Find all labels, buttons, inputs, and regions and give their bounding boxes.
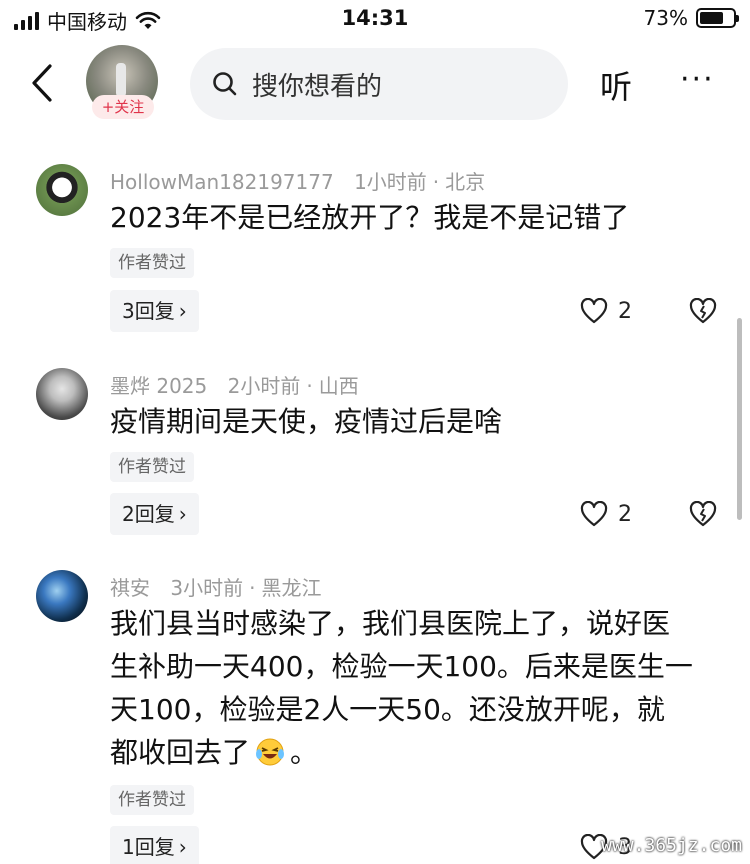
author-profile[interactable]: +关注 [86, 45, 160, 119]
broken-heart-icon [689, 297, 717, 324]
comment-time: 3小时前 [170, 576, 244, 600]
search-icon [213, 72, 237, 96]
dislike-button[interactable] [688, 297, 718, 328]
comment-text-segment: 都收回去了 [110, 736, 251, 769]
like-count: 2 [618, 501, 632, 527]
more-options-button[interactable]: ··· [680, 62, 715, 97]
scrollbar[interactable] [737, 318, 742, 520]
comment-meta: 墨烨 2025 2小时前 · 山西 [110, 370, 359, 399]
replies-button[interactable]: 1回复 › [110, 826, 199, 864]
replies-button[interactable]: 2回复 › [110, 493, 199, 535]
author-liked-badge: 作者赞过 [110, 785, 194, 815]
like-button[interactable]: 2 [580, 501, 632, 527]
meta-separator: · [432, 170, 440, 194]
top-nav: +关注 搜你想看的 听 ··· [0, 40, 750, 130]
battery-icon [696, 8, 739, 28]
comment-text-segment: 。 [290, 736, 319, 769]
laughing-crying-emoji-icon [254, 736, 286, 768]
comment-location: 北京 [445, 170, 486, 194]
commenter-avatar[interactable] [36, 368, 88, 420]
comment-location: 山西 [318, 374, 359, 398]
chevron-right-icon: › [178, 299, 187, 323]
battery-percent: 73% [643, 6, 688, 30]
commenter-avatar[interactable] [36, 164, 88, 216]
dislike-button[interactable] [688, 500, 718, 531]
author-liked-badge: 作者赞过 [110, 452, 194, 482]
listen-button[interactable]: 听 [600, 62, 632, 108]
comment-text-line: 我们县当时感染了，我们县医院上了，说好医 [110, 607, 671, 640]
replies-count: 3回复 [122, 299, 175, 323]
comment-location: 黑龙江 [261, 576, 322, 600]
comment-text: 2023年不是已经放开了？我是不是记错了 [110, 201, 630, 234]
like-button[interactable]: 2 [580, 298, 632, 324]
commenter-name[interactable]: HollowMan182197177 [110, 170, 334, 194]
meta-separator: · [306, 374, 313, 398]
chevron-right-icon: › [178, 502, 187, 526]
comment-meta: 祺安 3小时前 · 黑龙江 [110, 572, 321, 601]
replies-button[interactable]: 3回复 › [110, 290, 199, 332]
replies-count: 2回复 [122, 502, 175, 526]
commenter-name[interactable]: 祺安 [110, 576, 150, 600]
status-right: 73% [643, 6, 739, 30]
like-count: 2 [618, 298, 632, 324]
replies-count: 1回复 [122, 835, 175, 859]
comment-text: 我们县当时感染了，我们县医院上了，说好医 生补助一天400，检验一天100。后来… [110, 602, 710, 774]
follow-button[interactable]: +关注 [92, 95, 154, 119]
commenter-avatar[interactable] [36, 570, 88, 622]
comment-text-line: 生补助一天400，检验一天100。后来是医生一 [110, 650, 693, 683]
comment-text-line: 都收回去了 。 [110, 731, 710, 774]
broken-heart-icon [689, 500, 717, 527]
search-placeholder: 搜你想看的 [252, 71, 383, 102]
back-arrow-icon [32, 64, 52, 102]
comment-text: 疫情期间是天使，疫情过后是啥 [110, 405, 503, 438]
comment-time: 1小时前 [354, 170, 427, 194]
comment-time: 2小时前 [227, 374, 301, 398]
meta-separator: · [249, 576, 256, 600]
chevron-right-icon: › [178, 835, 187, 859]
comment-text-line: 天100，检验是2人一天50。还没放开呢，就 [110, 693, 665, 726]
search-bar[interactable]: 搜你想看的 [190, 48, 568, 120]
commenter-name[interactable]: 墨烨 2025 [110, 374, 207, 398]
status-bar: 中国移动 14:31 73% [0, 0, 750, 40]
comment-meta: HollowMan182197177 1小时前 · 北京 [110, 166, 485, 195]
author-liked-badge: 作者赞过 [110, 248, 194, 278]
watermark: www.365jz.com [601, 835, 742, 856]
heart-icon [580, 298, 608, 324]
back-button[interactable] [22, 58, 62, 108]
heart-icon [580, 501, 608, 527]
clock: 14:31 [341, 6, 409, 30]
